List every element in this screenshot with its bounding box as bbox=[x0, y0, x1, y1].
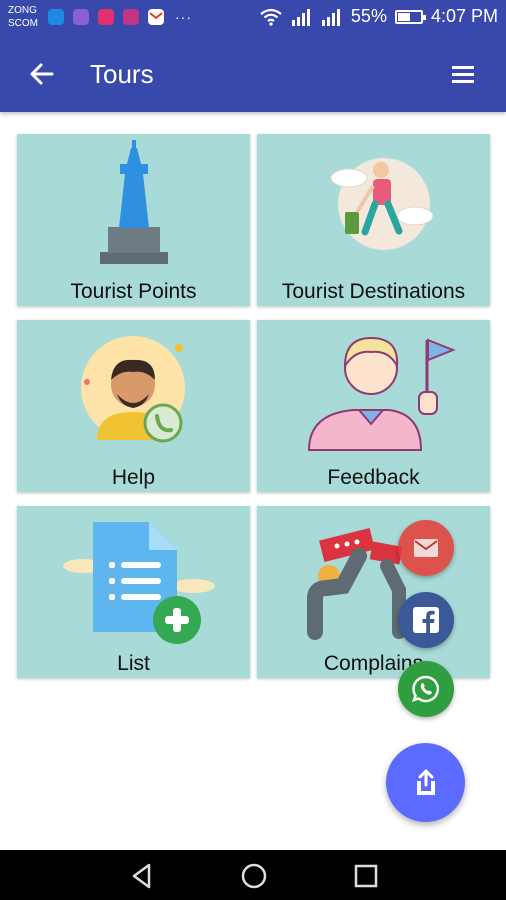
email-icon bbox=[414, 539, 438, 557]
battery-level bbox=[397, 12, 410, 21]
whatsapp-icon bbox=[411, 675, 439, 703]
nav-back-icon[interactable] bbox=[128, 862, 156, 890]
signal-icon bbox=[291, 8, 310, 26]
nav-home-icon[interactable] bbox=[240, 862, 268, 890]
hamburger-menu-icon bbox=[452, 66, 474, 83]
gmail-icon bbox=[148, 9, 164, 25]
monument-icon bbox=[100, 140, 168, 264]
tile-label: Help bbox=[111, 466, 156, 489]
tile-tourist-points[interactable]: Tourist Points bbox=[17, 134, 250, 306]
tile-label: List bbox=[117, 652, 150, 675]
notification-icons: ··· bbox=[48, 9, 192, 25]
document-add-icon bbox=[63, 522, 215, 644]
wifi-icon bbox=[260, 8, 282, 26]
more-notifications-icon: ··· bbox=[175, 9, 192, 25]
nav-recents-icon[interactable] bbox=[352, 862, 380, 890]
tile-feedback[interactable]: Feedback bbox=[257, 320, 490, 492]
tile-list[interactable]: List bbox=[17, 506, 250, 678]
system-nav-bar bbox=[0, 850, 506, 900]
battery-percent: 55% bbox=[350, 6, 387, 26]
tile-help[interactable]: Help bbox=[17, 320, 250, 492]
app-bar: Tours bbox=[0, 36, 506, 112]
protest-signs-icon bbox=[307, 528, 406, 640]
page-title: Tours bbox=[90, 59, 154, 89]
support-person-icon bbox=[81, 336, 185, 443]
back-button[interactable] bbox=[26, 58, 58, 90]
gallery-icon bbox=[73, 9, 89, 25]
whatsapp-share-button[interactable] bbox=[398, 661, 454, 717]
tile-label: Complains bbox=[323, 652, 424, 675]
arrow-back-icon bbox=[30, 63, 54, 85]
tile-complains[interactable]: Complains bbox=[257, 506, 490, 678]
facebook-share-button[interactable] bbox=[398, 592, 454, 648]
clock: 4:07 PM bbox=[430, 6, 498, 26]
carrier-name: ZONG SCOM bbox=[8, 5, 38, 29]
tile-label: Tourist Points bbox=[70, 280, 197, 303]
signal-icon bbox=[321, 8, 340, 26]
status-indicators: 55% 4:07 PM bbox=[259, 6, 498, 27]
instagram-icon bbox=[123, 9, 139, 25]
email-share-button[interactable] bbox=[398, 520, 454, 576]
menu-button[interactable] bbox=[448, 60, 478, 88]
tile-tourist-destinations[interactable]: Tourist Destinations bbox=[257, 134, 490, 306]
guide-with-flag-icon bbox=[307, 336, 456, 451]
facebook-icon bbox=[413, 607, 439, 633]
share-fab-button[interactable] bbox=[386, 743, 465, 822]
battery-icon bbox=[394, 9, 426, 24]
tile-label: Feedback bbox=[327, 466, 420, 489]
tile-label: Tourist Destinations bbox=[281, 280, 466, 303]
messenger-icon bbox=[48, 9, 64, 25]
share-icon bbox=[416, 769, 435, 795]
traveler-icon bbox=[330, 158, 434, 250]
instagram-icon bbox=[98, 9, 114, 25]
status-bar: ZONG SCOM ··· 55% 4:07 PM bbox=[0, 0, 506, 36]
